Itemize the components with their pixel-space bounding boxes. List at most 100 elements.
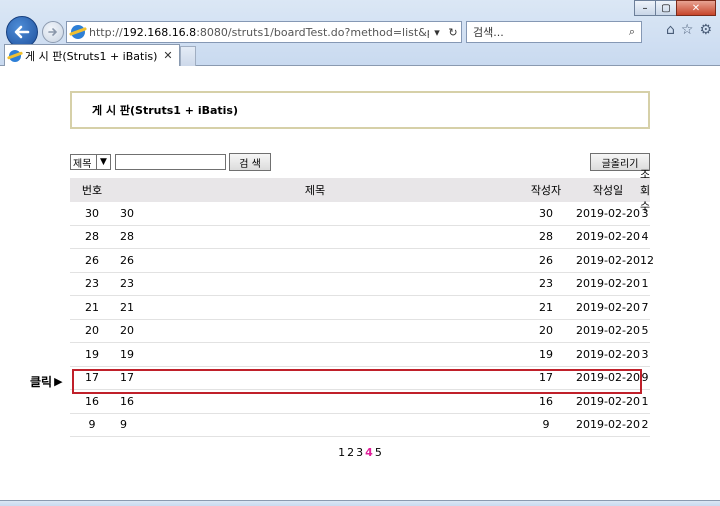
minimize-button[interactable]: – xyxy=(634,0,656,16)
cell-title-link[interactable]: 26 xyxy=(114,254,516,267)
cell-no: 30 xyxy=(85,206,99,220)
cell-hits: 3 xyxy=(641,347,649,361)
page-link-4[interactable]: 4 xyxy=(365,446,373,459)
refresh-icon[interactable]: ↻ xyxy=(445,26,461,39)
page-link-5[interactable]: 5 xyxy=(375,446,382,459)
cell-title-link[interactable]: 16 xyxy=(114,395,516,408)
browser-chrome: http://192.168.16.8:8080/struts1/boardTe… xyxy=(0,0,720,66)
chevron-down-icon[interactable]: ▼ xyxy=(96,155,110,169)
close-button[interactable]: ✕ xyxy=(676,0,716,16)
table-row[interactable]: 20 20 20 2019-02-20 5 xyxy=(70,320,650,343)
cell-no: 26 xyxy=(85,253,99,267)
cell-hits: 1 xyxy=(641,394,649,408)
cell-date: 2019-02-20 xyxy=(576,394,640,408)
search-button[interactable]: 검 색 xyxy=(229,153,271,171)
cell-no: 9 xyxy=(88,418,96,432)
col-no: 번호 xyxy=(81,184,103,197)
ie-icon xyxy=(71,25,85,39)
address-url[interactable]: http://192.168.16.8:8080/struts1/boardTe… xyxy=(89,26,429,39)
cell-hits: 3 xyxy=(641,206,649,220)
cell-title-link[interactable]: 28 xyxy=(114,230,516,243)
cell-hits: 4 xyxy=(641,230,649,244)
table-row[interactable]: 30 30 30 2019-02-20 3 xyxy=(70,202,650,226)
cell-title-link[interactable]: 23 xyxy=(114,277,516,290)
search-placeholder: 검색... xyxy=(473,26,504,39)
page-content: 게 시 판(Struts1 + iBatis) 제목 ▼ 검 색 글올리기 번호… xyxy=(0,66,720,506)
cell-writer: 16 xyxy=(539,394,553,408)
status-bar xyxy=(0,500,720,506)
cell-hits: 5 xyxy=(641,324,649,338)
cell-writer: 30 xyxy=(539,206,553,220)
gear-icon[interactable]: ⚙ xyxy=(699,22,712,38)
click-highlight-box xyxy=(72,369,642,394)
arrow-right-icon xyxy=(48,28,58,36)
cell-no: 23 xyxy=(85,277,99,291)
cell-writer: 23 xyxy=(539,277,553,291)
cell-date: 2019-02-20 xyxy=(576,324,640,338)
forward-button[interactable] xyxy=(42,21,64,43)
table-row[interactable]: 28 28 28 2019-02-20 4 xyxy=(70,226,650,249)
cell-date: 2019-02-20 xyxy=(576,206,640,220)
cell-title-link[interactable]: 30 xyxy=(114,207,516,220)
browser-tab[interactable]: 게 시 판(Struts1 + iBatis) ✕ xyxy=(4,44,180,66)
click-label: 클릭 xyxy=(30,375,53,389)
cell-no: 28 xyxy=(85,230,99,244)
favorites-star-icon[interactable]: ☆ xyxy=(681,22,694,38)
cell-title-link[interactable]: 20 xyxy=(114,324,516,337)
cell-no: 19 xyxy=(85,347,99,361)
col-title: 제목 xyxy=(304,184,326,197)
table-row[interactable]: 19 19 19 2019-02-20 3 xyxy=(70,343,650,367)
browser-search-box[interactable]: 검색... ⌕ xyxy=(466,21,642,43)
search-input[interactable] xyxy=(115,154,226,170)
arrow-left-icon xyxy=(14,25,30,39)
board-title: 게 시 판(Struts1 + iBatis) xyxy=(70,91,650,129)
click-annotation: 클릭 ▶ xyxy=(30,373,63,390)
cell-title-link[interactable]: 19 xyxy=(114,348,516,361)
new-tab-button[interactable] xyxy=(180,46,196,66)
cell-hits: 7 xyxy=(641,300,649,314)
cell-title-link[interactable]: 9 xyxy=(114,418,516,431)
cell-writer: 20 xyxy=(539,324,553,338)
dropdown-arrow-icon[interactable]: ▾ xyxy=(429,26,445,39)
search-icon[interactable]: ⌕ xyxy=(623,25,641,39)
cell-title-link[interactable]: 21 xyxy=(114,301,516,314)
table-body: 30 30 30 2019-02-20 3 28 28 28 2019-02-20 4 26 26 26… xyxy=(70,202,654,437)
page-link-3[interactable]: 3 xyxy=(356,446,363,459)
cell-writer: 19 xyxy=(539,347,553,361)
cell-date: 2019-02-20 xyxy=(576,300,640,314)
table-header: 번호 제목 작성자 작성일 조회수 xyxy=(70,168,650,213)
search-field-value: 제목 xyxy=(73,158,92,170)
window-controls: – ▢ ✕ xyxy=(634,0,716,16)
cell-writer: 28 xyxy=(539,230,553,244)
cell-no: 20 xyxy=(85,324,99,338)
table-row[interactable]: 9 9 9 2019-02-20 2 xyxy=(70,414,650,437)
table-row[interactable]: 23 23 23 2019-02-20 1 xyxy=(70,273,650,296)
address-bar[interactable]: http://192.168.16.8:8080/struts1/boardTe… xyxy=(66,21,462,43)
tab-title: 게 시 판(Struts1 + iBatis) xyxy=(25,49,158,63)
maximize-button[interactable]: ▢ xyxy=(655,0,677,16)
cell-no: 21 xyxy=(85,300,99,314)
cell-date: 2019-02-20 xyxy=(576,418,640,432)
col-date: 작성일 xyxy=(592,184,624,197)
search-toolbar: 제목 ▼ 검 색 글올리기 xyxy=(70,153,650,171)
table-row[interactable]: 26 26 26 2019-02-20 12 xyxy=(70,249,654,273)
tab-close-icon[interactable]: ✕ xyxy=(161,49,175,62)
cell-no: 16 xyxy=(85,394,99,408)
table-row[interactable]: 21 21 21 2019-02-20 7 xyxy=(70,296,650,320)
col-writer: 작성자 xyxy=(530,184,562,197)
arrow-right-triangle-icon: ▶ xyxy=(54,375,63,388)
page-link-2[interactable]: 2 xyxy=(347,446,354,459)
browser-tools: ⌂ ☆ ⚙ xyxy=(666,22,712,38)
cell-writer: 9 xyxy=(542,418,550,432)
cell-hits: 12 xyxy=(640,253,654,267)
cell-date: 2019-02-20 xyxy=(576,230,640,244)
cell-date: 2019-02-20 xyxy=(576,347,640,361)
page-link-1[interactable]: 1 xyxy=(338,446,345,459)
search-field-select[interactable]: 제목 ▼ xyxy=(70,154,111,170)
pagination: 12345 xyxy=(0,446,720,459)
cell-writer: 21 xyxy=(539,300,553,314)
post-list: 번호 제목 작성자 작성일 조회수 30 30 30 2019-02-20 3 28 28 2… xyxy=(70,168,654,437)
cell-date: 2019-02-20 xyxy=(576,253,640,267)
tab-ie-icon xyxy=(9,49,21,62)
home-icon[interactable]: ⌂ xyxy=(666,22,675,38)
